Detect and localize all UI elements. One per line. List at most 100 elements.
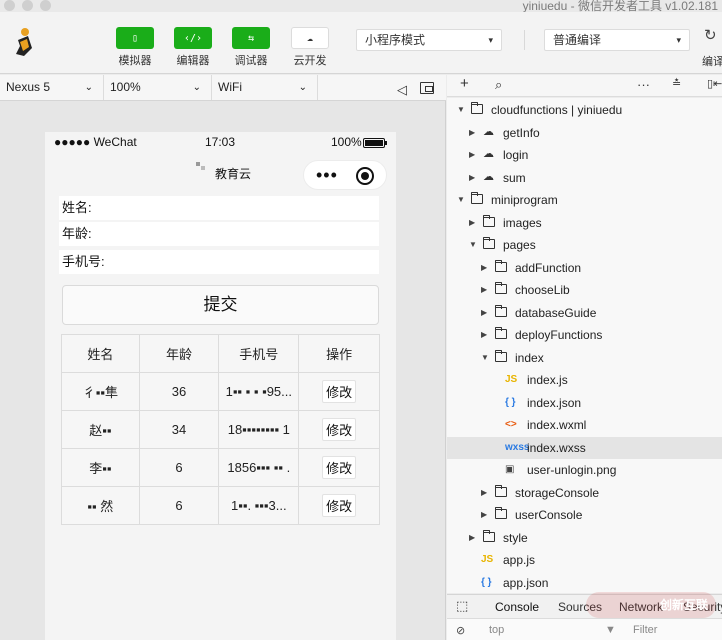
file-tree-label: storageConsole bbox=[515, 486, 600, 500]
add-file-button[interactable]: + bbox=[460, 75, 469, 92]
context-select[interactable]: top bbox=[489, 624, 504, 636]
file-tree-label: userConsole bbox=[515, 508, 583, 522]
collapse-all-icon[interactable]: ≛ bbox=[672, 77, 681, 90]
code-icon: ‹/› bbox=[174, 27, 212, 49]
file-tree-item[interactable]: ▼ index bbox=[447, 347, 722, 369]
expanded-arrow-icon[interactable]: ▼ bbox=[457, 189, 467, 211]
filter-input[interactable]: Filter bbox=[633, 624, 657, 636]
file-tree-item[interactable]: ▶ style bbox=[447, 527, 722, 549]
device-value: Nexus 5 bbox=[6, 80, 51, 94]
home-circle-icon[interactable] bbox=[356, 167, 374, 185]
collapsed-arrow-icon[interactable]: ▶ bbox=[469, 167, 479, 189]
file-tree-item[interactable]: { } app.json bbox=[447, 572, 722, 593]
debugger-label: 调试器 bbox=[234, 55, 268, 67]
speaker-icon[interactable]: ◁ bbox=[397, 82, 407, 98]
file-tree-label: getInfo bbox=[503, 126, 540, 140]
collapsed-arrow-icon[interactable]: ▶ bbox=[469, 122, 479, 144]
name-field[interactable]: 姓名: bbox=[59, 196, 379, 220]
file-tree-item[interactable]: ▼ miniprogram bbox=[447, 189, 722, 211]
debug-icon: ⇆ bbox=[232, 27, 270, 49]
more-options-icon[interactable]: ··· bbox=[637, 77, 650, 92]
refresh-icon[interactable]: ↻ bbox=[704, 26, 717, 44]
collapsed-arrow-icon[interactable]: ▶ bbox=[481, 279, 491, 301]
cloud-function-icon: ☁ bbox=[483, 126, 494, 138]
file-tree-item[interactable]: ▶ ☁ sum bbox=[447, 167, 722, 189]
file-tree-label: style bbox=[503, 531, 528, 545]
wxss-file-icon: wxss bbox=[505, 442, 530, 453]
phone-field[interactable]: 手机号: bbox=[59, 250, 379, 274]
mode-select[interactable]: 小程序模式 ▾ bbox=[356, 29, 502, 51]
expanded-arrow-icon[interactable]: ▼ bbox=[469, 234, 479, 256]
collapsed-arrow-icon[interactable]: ▶ bbox=[481, 257, 491, 279]
search-icon[interactable]: ⌕ bbox=[495, 77, 502, 93]
phone-icon: ▯ bbox=[116, 27, 154, 49]
close-window-button[interactable] bbox=[4, 0, 15, 11]
expanded-arrow-icon[interactable]: ▼ bbox=[457, 99, 467, 121]
collapsed-arrow-icon[interactable]: ▶ bbox=[481, 482, 491, 504]
file-tree-item[interactable]: ▼ pages bbox=[447, 234, 722, 256]
more-icon[interactable]: ••• bbox=[316, 164, 338, 186]
zoom-window-button[interactable] bbox=[40, 0, 51, 11]
file-tree-label: user-unlogin.png bbox=[527, 463, 617, 477]
cloud-function-icon: ☁ bbox=[483, 171, 494, 183]
edit-button[interactable]: 修改 bbox=[322, 456, 357, 479]
edit-button[interactable]: 修改 bbox=[322, 380, 357, 403]
editor-button[interactable]: ‹/› 编辑器 bbox=[173, 27, 213, 68]
rotate-screen-icon[interactable] bbox=[420, 82, 434, 94]
wxml-file-icon: <> bbox=[505, 419, 517, 430]
collapsed-arrow-icon[interactable]: ▶ bbox=[469, 144, 479, 166]
expanded-arrow-icon[interactable]: ▼ bbox=[481, 347, 491, 369]
compile-select[interactable]: 普通编译 ▾ bbox=[544, 29, 690, 51]
device-select[interactable]: Nexus 5 ⌄ bbox=[0, 75, 104, 100]
file-tree-item[interactable]: ▶ userConsole bbox=[447, 504, 722, 526]
app-logo-icon[interactable] bbox=[8, 26, 38, 60]
file-tree-item[interactable]: ▶ deployFunctions bbox=[447, 324, 722, 346]
file-tree-item[interactable]: { } index.json bbox=[447, 392, 722, 414]
file-tree-item[interactable]: ▶ chooseLib bbox=[447, 279, 722, 301]
cell-phone: 1▪▪ ▪ ▪ ▪95... bbox=[218, 372, 300, 411]
compile-select-value: 普通编译 bbox=[553, 33, 602, 47]
block-icon[interactable]: ⊘ bbox=[456, 624, 465, 637]
simulator-button[interactable]: ▯ 模拟器 bbox=[115, 27, 155, 68]
file-tree-item[interactable]: ▶ addFunction bbox=[447, 257, 722, 279]
file-tree-item[interactable]: JS index.js bbox=[447, 369, 722, 391]
inspect-element-icon[interactable]: ⬚ bbox=[456, 598, 468, 614]
minimize-window-button[interactable] bbox=[22, 0, 33, 11]
cloud-dev-button[interactable]: ☁ 云开发 bbox=[290, 27, 330, 68]
submit-button[interactable]: 提交 bbox=[62, 285, 379, 325]
file-tree-label: index.wxml bbox=[527, 418, 587, 432]
file-tree-item[interactable]: wxss index.wxss bbox=[447, 437, 722, 459]
file-tree-item[interactable]: ▣ user-unlogin.png bbox=[447, 459, 722, 481]
nav-loading-icon bbox=[196, 162, 205, 170]
file-tree-item[interactable]: ▶ ☁ getInfo bbox=[447, 122, 722, 144]
folder-icon bbox=[495, 282, 507, 294]
debugger-button[interactable]: ⇆ 调试器 bbox=[231, 27, 271, 68]
file-tree-item[interactable]: ▼ cloudfunctions | yiniuedu bbox=[447, 99, 722, 121]
collapsed-arrow-icon[interactable]: ▶ bbox=[469, 527, 479, 549]
file-tree-item[interactable]: ▶ ☁ login bbox=[447, 144, 722, 166]
collapsed-arrow-icon[interactable]: ▶ bbox=[481, 504, 491, 526]
network-select[interactable]: WiFi ⌄ bbox=[212, 75, 318, 100]
split-view-icon[interactable]: ▯⇤ bbox=[707, 77, 722, 90]
tab-console[interactable]: Console bbox=[495, 600, 539, 614]
collapsed-arrow-icon[interactable]: ▶ bbox=[481, 324, 491, 346]
zoom-select[interactable]: 100% ⌄ bbox=[104, 75, 212, 100]
folder-icon bbox=[495, 327, 507, 339]
file-tree-item[interactable]: <> index.wxml bbox=[447, 414, 722, 436]
file-tree-item[interactable]: JS app.js bbox=[447, 549, 722, 571]
console-filterbar: ⊘ top ▼ Filter bbox=[447, 618, 722, 640]
menu-capsule: ••• bbox=[303, 160, 387, 190]
collapsed-arrow-icon[interactable]: ▶ bbox=[481, 302, 491, 324]
file-tree-item[interactable]: ▶ databaseGuide bbox=[447, 302, 722, 324]
file-tree-item[interactable]: ▶ images bbox=[447, 212, 722, 234]
edit-button[interactable]: 修改 bbox=[322, 418, 357, 441]
cell-action: 修改 bbox=[298, 486, 380, 525]
file-tree-item[interactable]: ▶ storageConsole bbox=[447, 482, 722, 504]
edit-button[interactable]: 修改 bbox=[322, 494, 357, 517]
file-tree-toolbar: + ⌕ ··· ≛ ▯⇤ bbox=[447, 75, 722, 97]
age-field[interactable]: 年龄: bbox=[59, 222, 379, 246]
collapsed-arrow-icon[interactable]: ▶ bbox=[469, 212, 479, 234]
zoom-value: 100% bbox=[110, 80, 141, 94]
table-row: 李▪▪ 6 1856▪▪▪ ▪▪ . 修改 bbox=[61, 448, 380, 487]
file-tree-label: databaseGuide bbox=[515, 306, 597, 320]
